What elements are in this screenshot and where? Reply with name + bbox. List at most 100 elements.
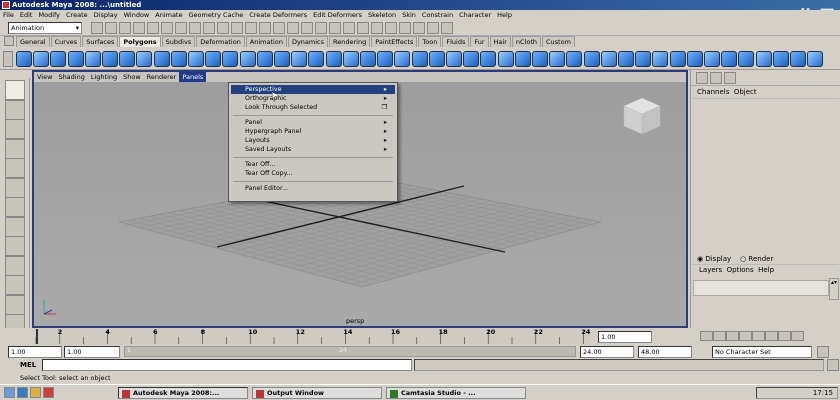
command-input[interactable] <box>42 359 412 371</box>
four-pane-layout-icon[interactable] <box>5 255 25 276</box>
move-tool-icon[interactable] <box>5 138 25 159</box>
shelf-extract-icon[interactable] <box>256 51 273 67</box>
shelf-tab-dynamics[interactable]: Dynamics <box>287 36 329 47</box>
shelf-reverse-normals-icon[interactable] <box>686 51 703 67</box>
display-radio[interactable]: ◉ Display <box>697 255 731 263</box>
start-time-field[interactable]: 1.00 <box>8 346 62 358</box>
render-radio[interactable]: ○ Render <box>740 255 773 263</box>
browser-icon[interactable] <box>17 387 28 398</box>
perspective-viewport[interactable]: View Shading Lighting Show Renderer Panels Pe… <box>32 70 688 328</box>
panels-menu-item-tear-off[interactable]: Tear Off... <box>231 160 395 169</box>
object-menu[interactable]: Object <box>734 88 757 96</box>
shelf-tab-ncloth[interactable]: nCloth <box>511 36 541 47</box>
shelf-cylinder-icon[interactable] <box>50 51 67 67</box>
channel-box-layout-icon[interactable] <box>696 72 708 84</box>
render-settings-icon[interactable] <box>399 22 411 34</box>
snap-grid-icon[interactable] <box>287 22 299 34</box>
command-language-label[interactable]: MEL <box>20 361 36 369</box>
shelf-tab-general[interactable]: General <box>16 36 50 47</box>
panels-menu-item-hypergraph-panel[interactable]: Hypergraph Panel ▸ <box>231 127 395 136</box>
shelf-collapse-icon[interactable] <box>566 51 583 67</box>
panel-menu-panels[interactable]: Panels <box>179 72 207 82</box>
current-frame-field[interactable]: 1.00 <box>598 331 652 343</box>
input-line-icon[interactable] <box>413 22 425 34</box>
panel-menu-show[interactable]: Show <box>120 72 144 82</box>
shelf-tab-menu-icon[interactable] <box>4 36 14 46</box>
lasso-tool-icon[interactable] <box>5 99 25 120</box>
shelf-tab-animation[interactable]: Animation <box>245 36 287 47</box>
shelf-custom-d-icon[interactable] <box>807 51 824 67</box>
panels-menu-item-tear-off-copy[interactable]: Tear Off Copy... <box>231 169 395 178</box>
shelf-menu-icon[interactable] <box>3 51 13 67</box>
character-set-dropdown[interactable]: No Character Set <box>712 346 812 358</box>
menu-constrain[interactable]: Constrain <box>419 10 456 20</box>
shelf-custom-a-icon[interactable] <box>755 51 772 67</box>
save-scene-icon[interactable] <box>119 22 131 34</box>
task-maya[interactable]: Autodesk Maya 2008:... <box>118 387 248 399</box>
shelf-split-icon[interactable] <box>463 51 480 67</box>
shelf-mirror-icon[interactable] <box>325 51 342 67</box>
panels-menu-item-saved-layouts[interactable]: Saved Layouts ▸ <box>231 145 395 154</box>
menu-edit[interactable]: Edit <box>17 10 36 20</box>
manipulator-tool-icon[interactable] <box>5 197 25 217</box>
live-surface-icon[interactable] <box>343 22 355 34</box>
shelf-booleans-icon[interactable] <box>274 51 290 67</box>
menu-display[interactable]: Display <box>91 10 121 20</box>
menu-modify[interactable]: Modify <box>35 10 63 20</box>
snap-point-icon[interactable] <box>315 22 327 34</box>
shelf-tab-toon[interactable]: Toon <box>418 36 442 47</box>
shelf-sphere-icon[interactable] <box>16 51 32 67</box>
script-editor-icon[interactable] <box>827 359 839 371</box>
shelf-soft-edge-icon[interactable] <box>652 51 669 67</box>
task-camtasia[interactable]: Camtasia Studio - ... <box>386 387 526 399</box>
shelf-poke-icon[interactable] <box>600 51 617 67</box>
shelf-conform-icon[interactable] <box>704 51 720 67</box>
shelf-tab-painteffects[interactable]: PaintEffects <box>371 36 418 47</box>
history-icon[interactable] <box>357 22 369 34</box>
shelf-helix-icon[interactable] <box>170 51 187 67</box>
menu-create-deformers[interactable]: Create Deformers <box>246 10 310 20</box>
shelf-cone-icon[interactable] <box>67 51 84 67</box>
paint-select-tool-icon[interactable] <box>5 119 25 139</box>
mask-dynamics-icon[interactable] <box>245 22 257 34</box>
mask-render-icon[interactable] <box>259 22 271 34</box>
select-tool-icon[interactable] <box>5 80 25 100</box>
shelf-insert-loop-icon[interactable] <box>480 51 497 67</box>
shelf-uv-editor-icon[interactable] <box>738 51 755 67</box>
shelf-extrude-icon[interactable] <box>411 51 428 67</box>
shelf-tab-subdivs[interactable]: Subdivs <box>161 36 196 47</box>
go-to-start-icon[interactable] <box>700 331 713 341</box>
shelf-custom-b-icon[interactable] <box>772 51 789 67</box>
range-slider[interactable]: 1 24 <box>124 346 576 357</box>
single-pane-layout-icon[interactable] <box>5 236 25 256</box>
shelf-pyramid-icon[interactable] <box>136 51 153 67</box>
layer-scroll-arrows-icon[interactable]: ▴▾ <box>829 278 839 300</box>
option-box-icon[interactable]: ❒ <box>381 103 387 112</box>
sidebar-toggle-icon[interactable] <box>427 22 439 34</box>
menu-edit-deformers[interactable]: Edit Deformers <box>310 10 365 20</box>
menu-animate[interactable]: Animate <box>152 10 185 20</box>
shelf-average-icon[interactable] <box>308 51 325 67</box>
mask-curves-icon[interactable] <box>203 22 215 34</box>
panels-menu-item-panel[interactable]: Panel ▸ <box>231 118 395 127</box>
play-forward-icon[interactable] <box>752 331 765 341</box>
menu-character[interactable]: Character <box>456 10 494 20</box>
options-menu[interactable]: Options <box>727 266 754 274</box>
ipr-render-icon[interactable] <box>385 22 397 34</box>
shelf-tab-rendering[interactable]: Rendering <box>329 36 371 47</box>
step-forward-frame-icon[interactable] <box>765 331 778 341</box>
view-cube-icon[interactable] <box>623 97 661 135</box>
shelf-chamfer-icon[interactable] <box>618 51 634 67</box>
shelf-bridge-icon[interactable] <box>428 51 445 67</box>
menu-geometry-cache[interactable]: Geometry Cache <box>186 10 247 20</box>
render-frame-icon[interactable] <box>371 22 383 34</box>
shelf-triangulate-icon[interactable] <box>377 51 394 67</box>
snap-curve-icon[interactable] <box>301 22 313 34</box>
panels-menu-item-perspective[interactable]: Perspective ▸ <box>231 85 395 94</box>
end-time-field[interactable]: 48.00 <box>638 346 692 358</box>
shelf-duplicate-face-icon[interactable] <box>635 51 652 67</box>
layer-list[interactable] <box>693 280 829 296</box>
task-output-window[interactable]: Output Window <box>252 387 382 399</box>
shelf-combine-icon[interactable] <box>222 51 239 67</box>
shelf-reduce-icon[interactable] <box>360 51 376 67</box>
